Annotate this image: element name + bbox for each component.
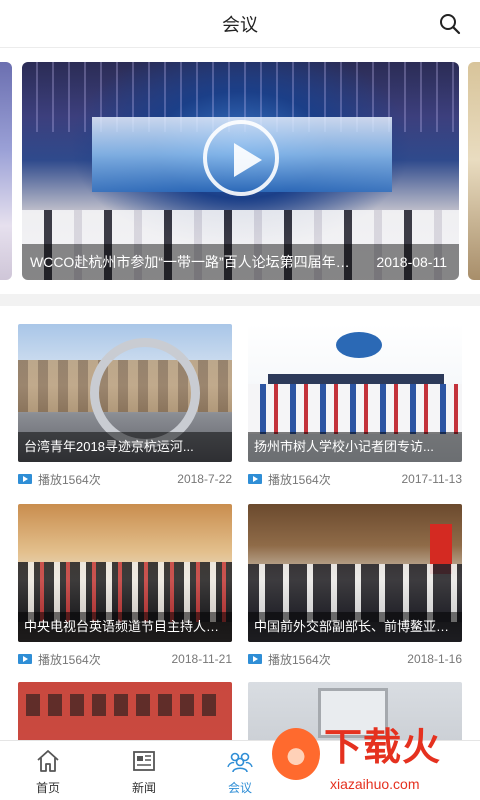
search-icon[interactable] bbox=[438, 12, 462, 36]
play-count: 播放1564次 bbox=[268, 652, 331, 667]
video-title: 扬州市树人学校小记者团专访... bbox=[248, 432, 462, 462]
video-thumbnail[interactable]: 中央电视台英语频道节目主持人杨锐... bbox=[18, 504, 232, 642]
featured-caption: WCCO赴杭州市参加“一带一路”百人论坛第四届年会... 2018-08-11 bbox=[22, 244, 459, 280]
flame-icon bbox=[272, 728, 320, 780]
video-meta: 播放1564次 2017-11-13 bbox=[248, 464, 462, 494]
featured-carousel[interactable]: WCCO赴杭州市参加“一带一路”百人论坛第四届年会... 2018-08-11 bbox=[0, 48, 480, 294]
video-thumbnail[interactable]: 台湾青年2018寻迹京杭运河... bbox=[18, 324, 232, 462]
section-divider bbox=[0, 294, 480, 306]
play-count-icon bbox=[18, 654, 32, 664]
play-count-icon bbox=[248, 654, 262, 664]
featured-title: WCCO赴杭州市参加“一带一路”百人论坛第四届年会... bbox=[30, 254, 360, 270]
watermark-url: xiazaihuo.com bbox=[330, 776, 420, 792]
meeting-icon bbox=[227, 752, 253, 772]
play-count: 播放1564次 bbox=[38, 652, 101, 667]
carousel-prev-slide[interactable] bbox=[0, 62, 12, 280]
video-title: 中央电视台英语频道节目主持人杨锐... bbox=[18, 612, 232, 642]
watermark-text: 下载火 bbox=[324, 727, 442, 769]
video-title: 台湾青年2018寻迹京杭运河... bbox=[18, 432, 232, 462]
video-meta: 播放1564次 2018-7-22 bbox=[18, 464, 232, 494]
video-date: 2018-11-21 bbox=[171, 652, 233, 666]
play-count: 播放1564次 bbox=[38, 472, 101, 487]
play-count-icon bbox=[18, 474, 32, 484]
news-icon bbox=[133, 750, 155, 771]
play-count-icon bbox=[248, 474, 262, 484]
carousel-next-slide[interactable] bbox=[468, 62, 480, 280]
tab-meetings-label: 会议 bbox=[227, 780, 252, 795]
video-meta: 播放1564次 2018-1-16 bbox=[248, 644, 462, 674]
top-bar: 会议 bbox=[0, 0, 480, 48]
featured-date: 2018-08-11 bbox=[376, 254, 447, 270]
featured-video[interactable]: WCCO赴杭州市参加“一带一路”百人论坛第四届年会... 2018-08-11 bbox=[22, 62, 459, 280]
video-thumbnail[interactable]: 中国前外交部副部长、前博鳌亚洲... bbox=[248, 504, 462, 642]
tab-home[interactable]: 首页 bbox=[0, 741, 96, 800]
video-card[interactable]: 扬州市树人学校小记者团专访... 播放1564次 2017-11-13 bbox=[248, 324, 462, 494]
watermark-logo: 下载火 xiazaihuo.com bbox=[272, 722, 472, 794]
play-icon[interactable] bbox=[203, 120, 279, 196]
video-thumbnail[interactable]: 扬州市树人学校小记者团专访... bbox=[248, 324, 462, 462]
play-count: 播放1564次 bbox=[268, 472, 331, 487]
home-icon bbox=[37, 749, 59, 772]
tab-news[interactable]: 新闻 bbox=[96, 741, 192, 800]
video-card[interactable]: 台湾青年2018寻迹京杭运河... 播放1564次 2018-7-22 bbox=[18, 324, 232, 494]
tab-news-label: 新闻 bbox=[131, 780, 156, 795]
video-date: 2017-11-13 bbox=[401, 472, 463, 486]
page-title: 会议 bbox=[222, 14, 258, 35]
video-date: 2018-1-16 bbox=[407, 652, 462, 666]
video-card[interactable]: 中央电视台英语频道节目主持人杨锐... 播放1564次 2018-11-21 bbox=[18, 504, 232, 674]
tab-home-label: 首页 bbox=[35, 780, 60, 795]
video-card[interactable]: 中国前外交部副部长、前博鳌亚洲... 播放1564次 2018-1-16 bbox=[248, 504, 462, 674]
video-title: 中国前外交部副部长、前博鳌亚洲... bbox=[248, 612, 462, 642]
video-date: 2018-7-22 bbox=[177, 472, 232, 486]
video-meta: 播放1564次 2018-11-21 bbox=[18, 644, 232, 674]
